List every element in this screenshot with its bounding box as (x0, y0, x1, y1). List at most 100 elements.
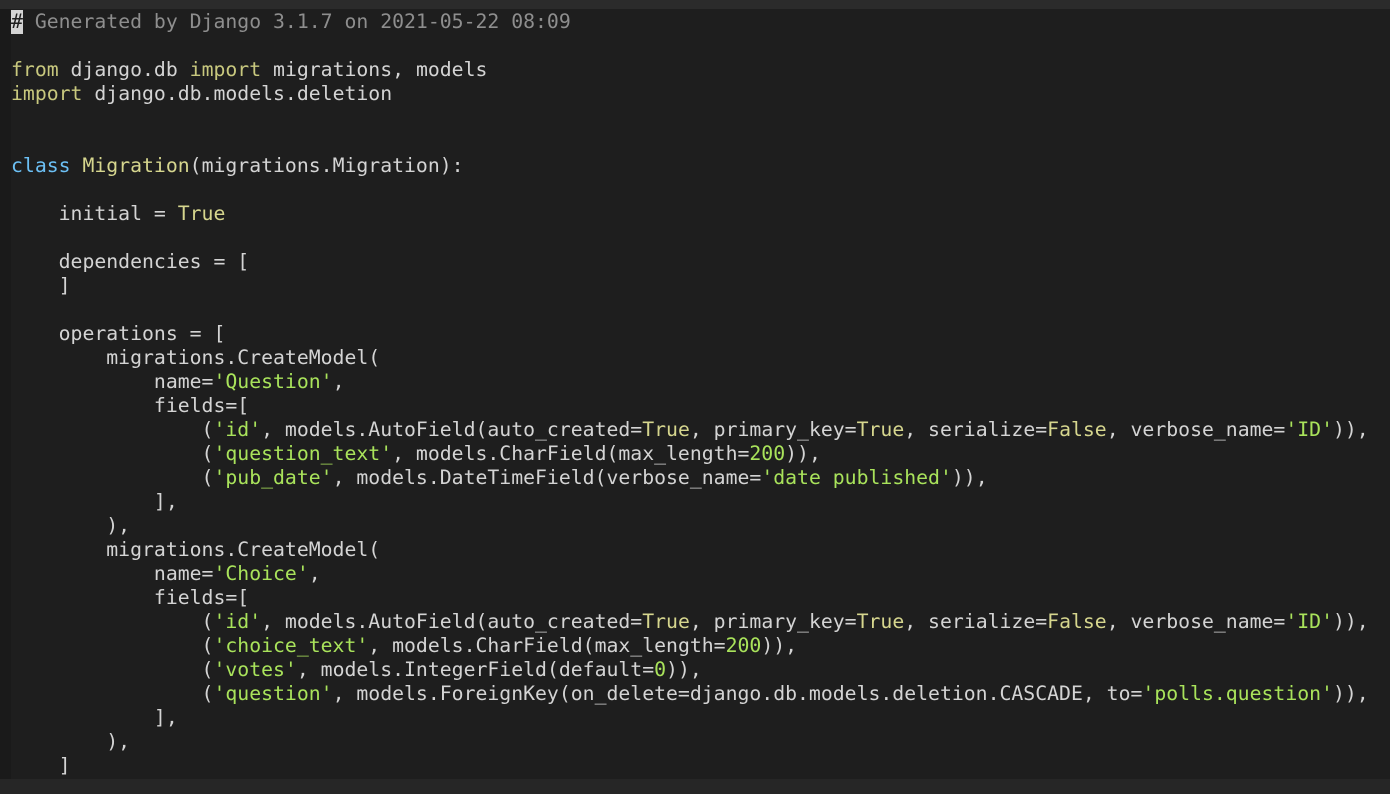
code-token: ), (11, 730, 131, 753)
code-token: )), (951, 466, 988, 489)
code-token: ( (11, 418, 214, 441)
code-line[interactable]: ('id', models.AutoField(auto_created= Tru… (11, 610, 1369, 634)
code-line[interactable]: migrations.CreateModel( (11, 538, 1369, 562)
code-token: )), (1332, 682, 1369, 705)
code-token: 0 (654, 658, 667, 681)
code-token: ( (11, 682, 214, 705)
code-token: 'Choice' (213, 562, 309, 585)
code-token: , models.IntegerField(default= (296, 658, 655, 681)
code-token: import (11, 82, 83, 105)
code-line[interactable] (11, 106, 1369, 130)
code-token: ( (11, 658, 214, 681)
code-token: False (1047, 418, 1107, 441)
code-token: , models.ForeignKey(on_delete=django.db.… (332, 682, 1143, 705)
code-token: django.db (58, 58, 190, 81)
code-token: , primary_key= (689, 610, 857, 633)
code-token: migrations.CreateModel( (11, 538, 381, 561)
code-line[interactable]: ('choice_text', models.CharField(max_len… (11, 634, 1369, 658)
code-token: ], (11, 490, 178, 513)
code-line[interactable]: # Generated by Django 3.1.7 on 2021-05-2… (11, 10, 1369, 34)
code-token: Generated by Django 3.1.7 on 2021-05-22 … (22, 10, 571, 33)
code-line[interactable]: ('pub_date', models.DateTimeField(verbos… (11, 466, 1369, 490)
code-token: name= (11, 370, 214, 393)
code-token: , primary_key= (689, 418, 857, 441)
code-line[interactable]: fields=[ (11, 586, 1369, 610)
code-token: from (11, 58, 59, 81)
code-token: )), (1332, 418, 1369, 441)
code-line[interactable] (11, 178, 1369, 202)
code-token: import (189, 58, 262, 81)
code-token: , verbose_name= (1106, 610, 1286, 633)
code-line[interactable]: ('votes', models.IntegerField(default=0)… (11, 658, 1369, 682)
code-line[interactable] (11, 34, 1369, 58)
code-line[interactable]: ] (11, 274, 1369, 298)
code-line[interactable] (11, 130, 1369, 154)
code-line[interactable]: ], (11, 490, 1369, 514)
code-token: , (308, 562, 321, 585)
code-line[interactable]: ] (11, 754, 1369, 778)
code-token: migrations.CreateModel( (11, 346, 381, 369)
code-line[interactable]: class Migration(migrations.Migration): (11, 154, 1369, 178)
editor-top-bar (0, 0, 1390, 9)
code-line[interactable]: import django.db.models.deletion (11, 82, 1369, 106)
code-token: name= (11, 562, 214, 585)
code-token: 'id' (213, 610, 262, 633)
code-token: migrations, models (261, 58, 488, 81)
code-token: (migrations.Migration): (189, 154, 464, 177)
code-token: )), (1332, 610, 1369, 633)
code-token: True (177, 202, 226, 225)
code-line[interactable]: ('id', models.AutoField(auto_created=Tru… (11, 418, 1369, 442)
text-cursor: # (11, 10, 23, 34)
code-line[interactable] (11, 298, 1369, 322)
code-token: , serialize= (904, 418, 1048, 441)
code-token: django.db.models.deletion (82, 82, 393, 105)
code-token: , models.DateTimeField(verbose_name= (332, 466, 762, 489)
code-token: ], (11, 706, 178, 729)
code-token: 'choice_text' (213, 634, 369, 657)
code-line[interactable]: name='Question', (11, 370, 1369, 394)
code-line[interactable]: ], (11, 706, 1369, 730)
code-token: 'ID' (1285, 418, 1333, 441)
code-editor[interactable]: # Generated by Django 3.1.7 on 2021-05-2… (0, 0, 1390, 794)
code-line[interactable]: ('question_text', models.CharField(max_l… (11, 442, 1369, 466)
code-line[interactable]: dependencies = [ (11, 250, 1369, 274)
code-line[interactable]: ), (11, 514, 1369, 538)
code-line[interactable]: initial = True (11, 202, 1369, 226)
code-token: , (332, 370, 345, 393)
code-token: True (856, 418, 905, 441)
editor-gutter (0, 9, 11, 779)
code-line[interactable] (11, 226, 1369, 250)
code-line[interactable]: migrations.CreateModel( (11, 346, 1369, 370)
code-token: 'votes' (213, 658, 297, 681)
code-token: , serialize= (904, 610, 1048, 633)
code-line[interactable]: from django.db import migrations, models (11, 58, 1369, 82)
code-token: Migration (82, 154, 190, 177)
code-token: True (856, 610, 905, 633)
code-token: 'question_text' (213, 442, 393, 465)
code-token: class (11, 154, 71, 177)
code-token: initial = (11, 202, 178, 225)
code-token: 'pub_date' (213, 466, 333, 489)
code-token: )), (761, 634, 798, 657)
code-token: ), (11, 514, 131, 537)
code-token: 200 (725, 634, 762, 657)
code-token: ( (11, 610, 214, 633)
code-line[interactable]: fields=[ (11, 394, 1369, 418)
code-token: ] (11, 754, 71, 777)
code-token: 'date published' (761, 466, 952, 489)
code-token: fields=[ (11, 586, 250, 609)
code-line[interactable]: operations = [ (11, 322, 1369, 346)
code-line[interactable]: name='Choice', (11, 562, 1369, 586)
code-token: , models.AutoField(auto_created= (261, 610, 643, 633)
code-token: 'ID' (1285, 610, 1333, 633)
code-line[interactable]: ), (11, 730, 1369, 754)
code-token: ( (11, 634, 214, 657)
code-token: False (1047, 610, 1107, 633)
code-token: )), (666, 658, 702, 681)
code-token: 'Question' (213, 370, 333, 393)
code-line[interactable]: ('question', models.ForeignKey(on_delete… (11, 682, 1369, 706)
code-token: ( (11, 442, 214, 465)
code-token: True (642, 418, 690, 441)
code-token: , models.CharField(max_length= (392, 442, 750, 465)
code-content[interactable]: # Generated by Django 3.1.7 on 2021-05-2… (11, 10, 1369, 778)
